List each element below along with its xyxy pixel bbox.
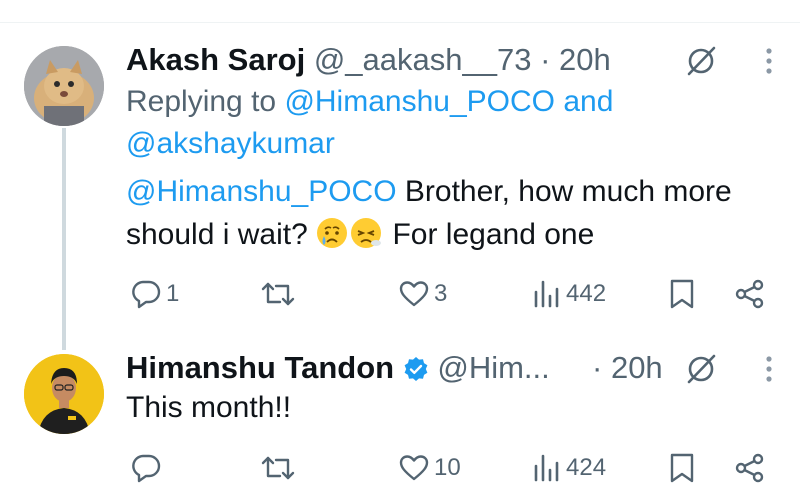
user-handle[interactable]: @Him... xyxy=(437,350,549,385)
like-button[interactable]: 10 xyxy=(398,452,461,484)
like-count: 10 xyxy=(434,454,461,481)
grok-icon[interactable] xyxy=(684,352,718,386)
reply-button[interactable]: 1 xyxy=(130,278,179,310)
timestamp[interactable]: 20h xyxy=(611,350,663,385)
top-divider xyxy=(0,22,800,23)
like-count: 3 xyxy=(434,280,448,307)
crying-face-icon xyxy=(317,218,348,248)
replying-to-line2: @akshaykumar xyxy=(126,122,335,165)
bookmark-icon[interactable] xyxy=(668,278,696,310)
user-handle[interactable]: @_aakash__73 xyxy=(314,42,532,77)
retweet-icon xyxy=(261,282,295,306)
separator-dot: · xyxy=(540,42,551,77)
tweet-text: Brother, how much more xyxy=(396,175,732,208)
cat-avatar-image xyxy=(24,46,104,126)
views-count: 442 xyxy=(566,280,607,307)
reply-button[interactable] xyxy=(130,452,166,484)
grok-icon[interactable] xyxy=(684,44,718,78)
tweet-text-line1: @Himanshu_POCO Brother, how much more xyxy=(126,170,732,213)
retweet-icon xyxy=(261,456,295,480)
tweet-text-line2: should i wait? For legand one xyxy=(126,213,594,256)
tweet-text: For legand one xyxy=(392,218,595,251)
exhaling-face-icon xyxy=(351,218,382,248)
reply-count: 1 xyxy=(166,280,180,307)
avatar[interactable] xyxy=(24,46,104,126)
views-button[interactable]: 442 xyxy=(532,278,606,310)
share-icon[interactable] xyxy=(734,278,766,310)
views-count: 424 xyxy=(566,454,607,481)
tweet-text: This month!! xyxy=(126,391,292,424)
replying-to-and[interactable]: and xyxy=(563,85,613,118)
bookmark-icon[interactable] xyxy=(668,452,696,484)
display-name[interactable]: Akash Saroj xyxy=(126,42,305,77)
more-options-icon[interactable] xyxy=(764,354,774,384)
more-options-icon[interactable] xyxy=(764,46,774,76)
timestamp[interactable]: 20h xyxy=(559,42,611,77)
tweet-time: · 20h xyxy=(592,348,663,388)
verified-badge-icon[interactable] xyxy=(403,356,429,382)
separator-dot: · xyxy=(592,350,603,385)
reply-icon xyxy=(132,280,161,309)
replying-to-user-link[interactable]: @akshaykumar xyxy=(126,127,335,160)
display-name[interactable]: Himanshu Tandon xyxy=(126,350,394,385)
heart-icon xyxy=(399,281,429,307)
replying-to-label: Replying to xyxy=(126,85,277,118)
mention-link[interactable]: @Himanshu_POCO xyxy=(126,175,397,208)
views-icon xyxy=(534,280,559,308)
person-avatar-image xyxy=(24,354,104,434)
thread-connector-line xyxy=(62,128,66,350)
reply-icon xyxy=(132,454,161,483)
retweet-button[interactable] xyxy=(260,278,300,310)
tweet-text-line1: This month!! xyxy=(126,386,291,429)
heart-icon xyxy=(399,455,429,481)
replying-to-user-link[interactable]: @Himanshu_POCO xyxy=(284,85,555,118)
tweet-text: should i wait? xyxy=(126,218,308,251)
like-button[interactable]: 3 xyxy=(398,278,447,310)
tweet-header: Himanshu Tandon @Him... xyxy=(126,348,550,388)
views-icon xyxy=(534,454,559,482)
replying-to-line1: Replying to @Himanshu_POCO and xyxy=(126,80,613,123)
share-icon[interactable] xyxy=(734,452,766,484)
tweet-header: Akash Saroj @_aakash__73 · 20h xyxy=(126,40,611,80)
retweet-button[interactable] xyxy=(260,452,300,484)
views-button[interactable]: 424 xyxy=(532,452,606,484)
avatar[interactable] xyxy=(24,354,104,434)
